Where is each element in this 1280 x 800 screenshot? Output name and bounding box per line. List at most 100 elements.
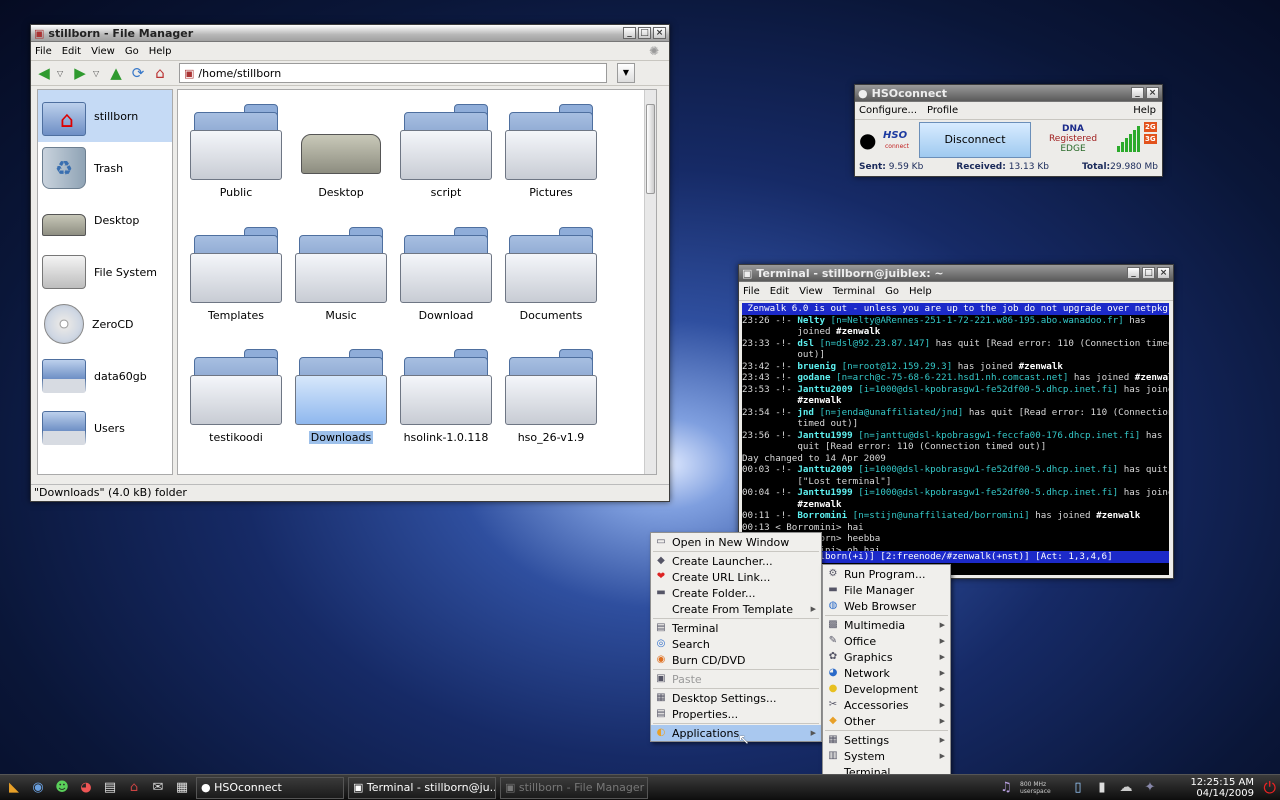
menu-item-graphics[interactable]: ✿ Graphics ▶ [823,649,950,665]
system-icon[interactable]: ▦ [172,778,192,798]
menu-edit[interactable]: Edit [62,46,81,57]
menu-edit[interactable]: Edit [770,286,789,297]
file-item-public[interactable]: Public [186,104,286,199]
menu-item-create-launcher[interactable]: ◆ Create Launcher... [651,553,821,569]
vertical-scrollbar[interactable] [644,90,656,474]
sidebar-item-data60gb[interactable]: data60gb [38,350,172,402]
maximize-icon[interactable]: □ [1142,267,1155,279]
file-view[interactable]: Public Desktop script Pictures Templates… [177,89,657,475]
file-item-desktop[interactable]: Desktop [291,104,391,199]
tray-music-icon[interactable]: ♫ [996,778,1016,798]
back-history-chevron-icon[interactable]: ▽ [57,69,67,78]
menu-item-settings[interactable]: ▦ Settings ▶ [823,732,950,748]
menu-view[interactable]: View [91,46,115,57]
menu-item-properties[interactable]: ▤ Properties... [651,706,821,722]
menu-item-create-folder[interactable]: ▬ Create Folder... [651,585,821,601]
file-item-documents[interactable]: Documents [501,227,601,322]
location-dropdown-icon[interactable]: ▼ [617,63,635,83]
sidebar-item-filesystem[interactable]: File System [38,246,172,298]
up-arrow-icon[interactable]: ▲ [107,64,125,82]
file-item-script[interactable]: script [396,104,496,199]
disconnect-button[interactable]: Disconnect [919,122,1031,158]
file-item-pictures[interactable]: Pictures [501,104,601,199]
close-icon[interactable]: × [1157,267,1170,279]
menu-configure[interactable]: Configure... [859,105,917,116]
file-item-hso26[interactable]: hso_26-v1.9 [501,349,601,444]
location-bar[interactable]: ▣ /home/stillborn [179,63,607,83]
menu-item-desktop-settings[interactable]: ▦ Desktop Settings... [651,690,821,706]
menu-file[interactable]: File [743,286,760,297]
menu-item-system[interactable]: ▥ System ▶ [823,748,950,764]
minimize-icon[interactable]: _ [623,27,636,39]
home-icon[interactable]: ⌂ [151,64,169,82]
email-icon[interactable]: ✉ [148,778,168,798]
terminal-titlebar[interactable]: ▣ Terminal - stillborn@juiblex: ~ _ □ × [739,265,1173,282]
menu-view[interactable]: View [799,286,823,297]
minimize-icon[interactable]: _ [1131,87,1144,99]
sidebar-item-trash[interactable]: ♻ Trash [38,142,172,194]
scrollbar-thumb[interactable] [646,104,655,194]
sidebar-item-zerocd[interactable]: ZeroCD [38,298,172,350]
task-terminal[interactable]: ▣ Terminal - stillborn@ju... [348,776,496,799]
power-icon[interactable]: ⏻ [1263,778,1276,798]
menu-go[interactable]: Go [125,46,139,57]
task-hsoconnect[interactable]: ● HSOconnect [196,776,344,799]
file-item-download[interactable]: Download [396,227,496,322]
hsoconnect-titlebar[interactable]: ● HSOconnect _ × [855,85,1162,102]
back-arrow-icon[interactable]: ◀ [35,64,53,82]
menu-item-file-manager[interactable]: ▬ File Manager [823,582,950,598]
forward-history-chevron-icon[interactable]: ▽ [93,69,103,78]
menu-item-create-from-template[interactable]: Create From Template ▶ [651,601,821,617]
file-item-testikoodi[interactable]: testikoodi [186,349,286,444]
sidebar-item-home[interactable]: ⌂ stillborn [38,90,172,142]
menu-item-run-program[interactable]: ⚙ Run Program... [823,566,950,582]
menu-item-applications[interactable]: ◐ Applications ▶ [651,725,821,741]
task-file-manager[interactable]: ▣ stillborn - File Manager [500,776,648,799]
clock[interactable]: 12:25:15 AM 04/14/2009 [1190,777,1254,799]
browser-icon[interactable]: ◕ [76,778,96,798]
tray-penguin-icon[interactable]: ✦ [1140,778,1160,798]
menu-item-open-in-new-window[interactable]: ▭ Open in New Window [651,534,821,550]
forward-arrow-icon[interactable]: ▶ [71,64,89,82]
home-folder-icon[interactable]: ⌂ [124,778,144,798]
file-item-hsolink[interactable]: hsolink-1.0.118 [396,349,496,444]
menu-profile[interactable]: Profile [927,105,958,116]
maximize-icon[interactable]: □ [638,27,651,39]
file-item-music[interactable]: Music [291,227,391,322]
menu-item-web-browser[interactable]: ◍ Web Browser [823,598,950,614]
tray-battery-icon[interactable]: ▯ [1068,778,1088,798]
menu-item-create-url-link[interactable]: ❤ Create URL Link... [651,569,821,585]
menu-help[interactable]: Help [1133,105,1156,116]
tray-phone-icon[interactable]: ▮ [1092,778,1112,798]
close-icon[interactable]: × [653,27,666,39]
terminal-launcher-icon[interactable]: ▤ [100,778,120,798]
menu-terminal[interactable]: Terminal [833,286,875,297]
menu-item-burn-cd-dvd[interactable]: ◉ Burn CD/DVD [651,652,821,668]
reload-icon[interactable]: ⟳ [129,64,147,82]
menu-item-multimedia[interactable]: ▩ Multimedia ▶ [823,617,950,633]
sidebar-item-desktop[interactable]: Desktop [38,194,172,246]
messenger-icon[interactable]: ☻ [52,778,72,798]
menu-item-search[interactable]: ◎ Search [651,636,821,652]
menu-item-accessories[interactable]: ✂ Accessories ▶ [823,697,950,713]
file-item-downloads[interactable]: Downloads [291,349,391,444]
menu-help[interactable]: Help [909,286,932,297]
network-globe-icon[interactable]: ◉ [28,778,48,798]
menu-item-network[interactable]: ◕ Network ▶ [823,665,950,681]
menu-item-other[interactable]: ◆ Other ▶ [823,713,950,729]
menu-item-development[interactable]: ● Development ▶ [823,681,950,697]
hsoconnect-window[interactable]: ● HSOconnect _ × Configure... Profile He… [854,84,1163,177]
file-manager-titlebar[interactable]: ▣ stillborn - File Manager _ □ × [31,25,669,42]
tray-network-icon[interactable]: ☁ [1116,778,1136,798]
menu-go[interactable]: Go [885,286,899,297]
menu-item-office[interactable]: ✎ Office ▶ [823,633,950,649]
file-item-templates[interactable]: Templates [186,227,286,322]
file-manager-window[interactable]: ▣ stillborn - File Manager _ □ × File Ed… [30,24,670,502]
zenwalk-menu-icon[interactable]: ◣ [4,778,24,798]
sidebar-item-users[interactable]: Users [38,402,172,454]
menu-item-terminal[interactable]: ▤ Terminal [651,620,821,636]
menu-help[interactable]: Help [149,46,172,57]
minimize-icon[interactable]: _ [1127,267,1140,279]
close-icon[interactable]: × [1146,87,1159,99]
menu-file[interactable]: File [35,46,52,57]
